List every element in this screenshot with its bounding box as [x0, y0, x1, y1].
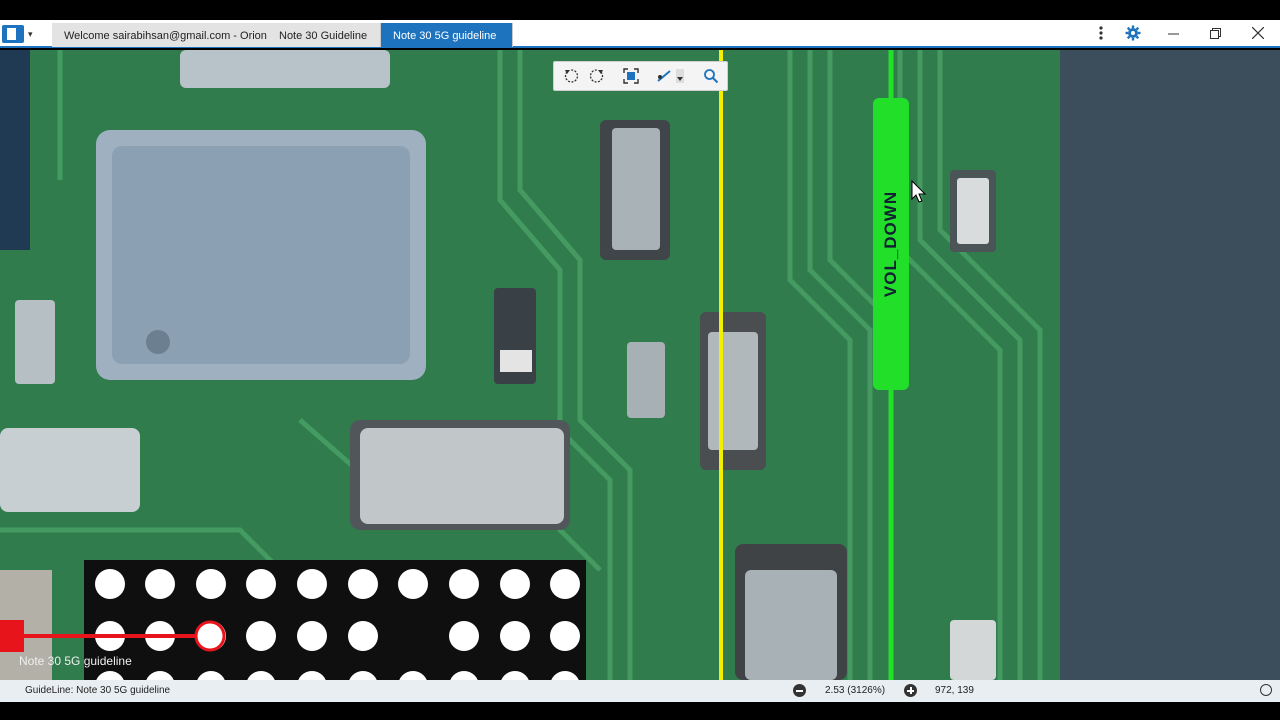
tab-note-30-guideline[interactable]: Note 30 Guideline: [267, 23, 381, 47]
cursor-coordinates: 972, 139: [935, 685, 974, 696]
line-tool-icon[interactable]: [654, 66, 688, 86]
bga-pad: [550, 621, 580, 651]
restore-icon[interactable]: [1200, 20, 1230, 46]
guideline-status: GuideLine: Note 30 5G guideline: [25, 685, 171, 696]
net-label-vol-down: VOL_DOWN: [881, 190, 901, 298]
bga-pad: [449, 569, 479, 599]
globe-icon[interactable]: [1260, 684, 1272, 696]
bga-pad: [297, 569, 327, 599]
title-bar: ▾ Welcome sairabihsan@gmail.com - Orion …: [0, 20, 1280, 48]
board-viewer-canvas[interactable]: VOL_DOWN: [0, 50, 1280, 680]
app-logo-icon: [2, 25, 24, 43]
status-bar: GuideLine: Note 30 5G guideline 2.53 (31…: [0, 680, 1280, 702]
bga-pad: [246, 621, 276, 651]
bga-pad: [550, 569, 580, 599]
bga-pad: [196, 569, 226, 599]
settings-gear-icon[interactable]: [1118, 20, 1148, 46]
fit-screen-icon[interactable]: [620, 66, 642, 86]
canvas-toolbar: [553, 61, 728, 91]
zoom-in-icon[interactable]: [904, 684, 917, 697]
bga-pad: [145, 569, 175, 599]
bga-pad: [348, 569, 378, 599]
tab-note-30-5g-guideline[interactable]: Note 30 5G guideline: [381, 23, 513, 47]
zoom-out-icon[interactable]: [793, 684, 806, 697]
bga-pad: [95, 569, 125, 599]
orion-app-window: ▾ Welcome sairabihsan@gmail.com - Orion …: [0, 0, 1280, 720]
chevron-down-icon: ▾: [28, 28, 33, 39]
bga-pad: [449, 621, 479, 651]
app-menu-button[interactable]: ▾: [2, 23, 44, 45]
rotate-right-icon[interactable]: [586, 66, 608, 86]
search-icon[interactable]: [700, 66, 722, 86]
bga-pad: [246, 569, 276, 599]
bga-pad: [348, 621, 378, 651]
close-icon[interactable]: [1243, 20, 1273, 46]
bga-pad: [500, 569, 530, 599]
canvas-guideline-label: Note 30 5G guideline: [19, 654, 132, 668]
rotate-left-icon[interactable]: [560, 66, 582, 86]
tab-welcome[interactable]: Welcome sairabihsan@gmail.com - Orion: [52, 23, 270, 47]
top-letterbox: [0, 0, 1280, 20]
minimize-icon[interactable]: [1158, 20, 1188, 46]
bga-pad: [500, 621, 530, 651]
bottom-letterbox: [0, 702, 1280, 720]
more-options-icon[interactable]: [1086, 20, 1116, 46]
zoom-level: 2.53 (3126%): [825, 685, 886, 696]
bga-pad: [398, 569, 428, 599]
net-label-container: VOL_DOWN: [873, 98, 909, 390]
bga-pad: [297, 621, 327, 651]
